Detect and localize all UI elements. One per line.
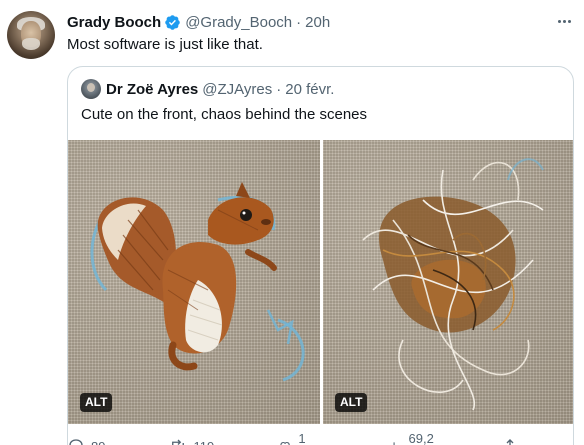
author-avatar[interactable]	[7, 11, 55, 59]
tweet-text: Most software is just like that.	[67, 36, 263, 53]
quoted-tweet-header: Dr Zoë Ayres @ZJAyres · 20 févr.	[81, 79, 334, 99]
retweet-button[interactable]: 119	[169, 436, 214, 445]
retweet-icon	[172, 439, 185, 445]
tangled-threads-image	[362, 158, 544, 411]
share-icon	[506, 439, 514, 445]
reply-count: 89	[91, 439, 105, 445]
more-options-icon[interactable]	[554, 12, 574, 30]
quoted-tweet-time[interactable]: 20 févr.	[285, 81, 334, 98]
views-button[interactable]: 69,2 k	[388, 431, 437, 445]
like-icon	[280, 442, 290, 445]
quoted-author-handle[interactable]: @ZJAyres	[202, 81, 272, 98]
tweet-header: Grady Booch @Grady_Booch · 20h	[67, 12, 330, 32]
tweet-time[interactable]: 20h	[305, 14, 330, 31]
quoted-separator: ·	[276, 80, 282, 98]
retweet-count: 119	[193, 439, 214, 445]
verified-badge-icon	[164, 14, 181, 31]
author-handle[interactable]: @Grady_Booch	[185, 14, 292, 31]
avatar-beard	[22, 38, 40, 50]
author-name[interactable]: Grady Booch	[67, 14, 161, 31]
share-button[interactable]	[501, 436, 525, 445]
media-image-front[interactable]: ALT	[68, 140, 320, 424]
views-icon	[393, 442, 395, 445]
separator: ·	[296, 13, 302, 31]
media-image-back[interactable]: ALT	[323, 140, 573, 424]
squirrel-embroidery-image	[90, 182, 305, 382]
alt-badge[interactable]: ALT	[80, 393, 113, 412]
quoted-author-avatar[interactable]	[81, 79, 101, 99]
quoted-tweet-text: Cute on the front, chaos behind the scen…	[81, 106, 368, 123]
views-count: 69,2 k	[408, 431, 434, 445]
reply-icon	[69, 439, 83, 445]
alt-badge[interactable]: ALT	[335, 393, 368, 412]
tweet-actions: 89 119 1 017 69,2 k	[67, 431, 547, 445]
like-button[interactable]: 1 017	[278, 431, 324, 445]
media-grid: ALT ALT	[68, 140, 573, 424]
reply-button[interactable]: 89	[67, 436, 105, 445]
like-count: 1 017	[298, 431, 306, 445]
quoted-tweet[interactable]: Dr Zoë Ayres @ZJAyres · 20 févr. Cute on…	[67, 66, 574, 445]
quoted-author-name[interactable]: Dr Zoë Ayres	[106, 81, 198, 98]
